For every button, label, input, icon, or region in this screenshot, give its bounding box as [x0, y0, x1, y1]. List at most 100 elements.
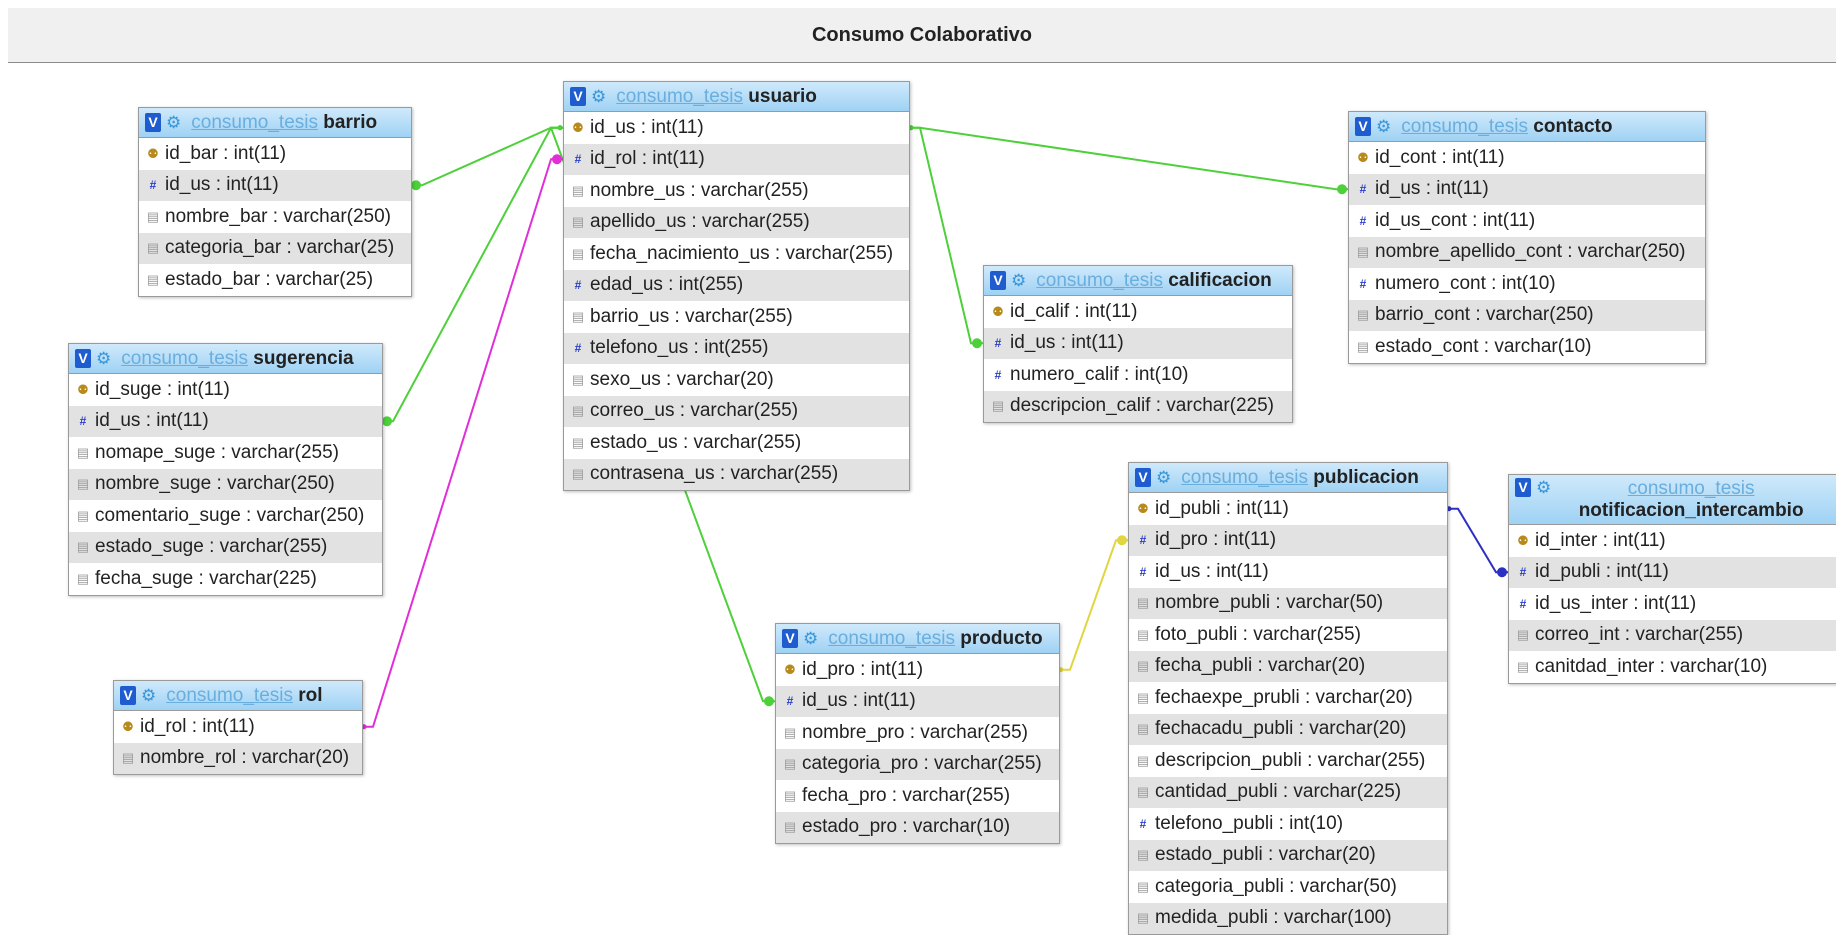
field-row[interactable]: ▤ fecha_nacimiento_us : varchar(255) — [564, 238, 909, 270]
field-row[interactable]: ▤ fecha_publi : varchar(20) — [1129, 650, 1447, 682]
field-row[interactable]: ▤ correo_us : varchar(255) — [564, 395, 909, 427]
field-row[interactable]: # telefono_publi : int(10) — [1129, 808, 1447, 840]
collapse-toggle-icon[interactable]: V — [990, 271, 1006, 290]
field-row[interactable]: # edad_us : int(255) — [564, 269, 909, 301]
table-barrio[interactable]: V ⚙ consumo_tesis barrio ⚉ id_bar : int(11) #… — [138, 107, 412, 297]
field-row[interactable]: # id_us : int(11) — [1349, 173, 1705, 205]
database-link[interactable]: consumo_tesis — [191, 112, 318, 133]
field-row[interactable]: ▤ estado_bar : varchar(25) — [139, 264, 411, 296]
table-rol[interactable]: V ⚙ consumo_tesis rol ⚉ id_rol : int(11) ▤ nom… — [113, 680, 363, 775]
table-header[interactable]: V ⚙ consumo_tesis barrio — [139, 108, 411, 138]
field-row[interactable]: # id_us : int(11) — [69, 405, 382, 437]
field-row[interactable]: # id_us_cont : int(11) — [1349, 205, 1705, 237]
field-row[interactable]: ▤ apellido_us : varchar(255) — [564, 206, 909, 238]
field-row[interactable]: ▤ estado_cont : varchar(10) — [1349, 331, 1705, 363]
table-usuario[interactable]: V ⚙ consumo_tesis usuario ⚉ id_us : int(11) #… — [563, 81, 910, 491]
gear-icon[interactable]: ⚙ — [1376, 117, 1391, 136]
field-row[interactable]: ▤ nombre_suge : varchar(250) — [69, 468, 382, 500]
field-row[interactable]: ▤ barrio_cont : varchar(250) — [1349, 299, 1705, 331]
gear-icon[interactable]: ⚙ — [1156, 468, 1171, 487]
collapse-toggle-icon[interactable]: V — [1355, 117, 1371, 136]
database-link[interactable]: consumo_tesis — [1036, 270, 1163, 291]
field-row[interactable]: ▤ descripcion_calif : varchar(225) — [984, 390, 1292, 422]
collapse-toggle-icon[interactable]: V — [782, 629, 798, 648]
gear-icon[interactable]: ⚙ — [591, 87, 606, 106]
field-row[interactable]: ⚉ id_inter : int(11) — [1509, 525, 1836, 557]
gear-icon[interactable]: ⚙ — [166, 113, 181, 132]
database-link[interactable]: consumo_tesis — [828, 628, 955, 649]
gear-icon[interactable]: ⚙ — [96, 349, 111, 368]
table-header[interactable]: V ⚙ consumo_tesis contacto — [1349, 112, 1705, 142]
field-row[interactable]: # id_us : int(11) — [1129, 556, 1447, 588]
field-row[interactable]: ▤ estado_us : varchar(255) — [564, 427, 909, 459]
database-link[interactable]: consumo_tesis — [1628, 478, 1755, 499]
field-row[interactable]: # id_us_inter : int(11) — [1509, 588, 1836, 620]
field-row[interactable]: ▤ descripcion_publi : varchar(255) — [1129, 745, 1447, 777]
field-row[interactable]: ▤ estado_publi : varchar(20) — [1129, 839, 1447, 871]
field-row[interactable]: ⚉ id_rol : int(11) — [114, 711, 362, 743]
table-header[interactable]: V ⚙ consumo_tesis rol — [114, 681, 362, 711]
field-row[interactable]: # telefono_us : int(255) — [564, 332, 909, 364]
table-producto[interactable]: V ⚙ consumo_tesis producto ⚉ id_pro : int(11… — [775, 623, 1060, 844]
field-row[interactable]: ▤ nombre_apellido_cont : varchar(250) — [1349, 236, 1705, 268]
field-row[interactable]: ▤ nombre_bar : varchar(250) — [139, 201, 411, 233]
table-notificacion-intercambio[interactable]: V ⚙ consumo_tesis notificacion_intercambio ⚉… — [1508, 474, 1836, 684]
field-row[interactable]: ▤ medida_publi : varchar(100) — [1129, 902, 1447, 934]
table-header[interactable]: V ⚙ consumo_tesis notificacion_intercambio — [1509, 475, 1836, 525]
table-header[interactable]: V ⚙ consumo_tesis sugerencia — [69, 344, 382, 374]
field-row[interactable]: ▤ fechaexpe_prubli : varchar(20) — [1129, 682, 1447, 714]
table-sugerencia[interactable]: V ⚙ consumo_tesis sugerencia ⚉ id_suge : int… — [68, 343, 383, 596]
field-row[interactable]: ▤ fecha_suge : varchar(225) — [69, 563, 382, 595]
table-contacto[interactable]: V ⚙ consumo_tesis contacto ⚉ id_cont : int(1… — [1348, 111, 1706, 364]
field-row[interactable]: # id_us : int(11) — [776, 685, 1059, 717]
field-row[interactable]: ⚉ id_calif : int(11) — [984, 296, 1292, 328]
database-link[interactable]: consumo_tesis — [1401, 116, 1528, 137]
field-row[interactable]: ⚉ id_suge : int(11) — [69, 374, 382, 406]
field-row[interactable]: # id_us : int(11) — [139, 169, 411, 201]
field-row[interactable]: ▤ nombre_publi : varchar(50) — [1129, 587, 1447, 619]
field-row[interactable]: ▤ nombre_pro : varchar(255) — [776, 717, 1059, 749]
field-row[interactable]: # id_publi : int(11) — [1509, 556, 1836, 588]
field-row[interactable]: ⚉ id_bar : int(11) — [139, 138, 411, 170]
field-row[interactable]: ▤ nombre_us : varchar(255) — [564, 175, 909, 207]
field-row[interactable]: # id_rol : int(11) — [564, 143, 909, 175]
collapse-toggle-icon[interactable]: V — [1135, 468, 1151, 487]
field-row[interactable]: ▤ fechacadu_publi : varchar(20) — [1129, 713, 1447, 745]
gear-icon[interactable]: ⚙ — [1011, 271, 1026, 290]
table-header[interactable]: V ⚙ consumo_tesis producto — [776, 624, 1059, 654]
table-publicacion[interactable]: V ⚙ consumo_tesis publicacion ⚉ id_publi : i… — [1128, 462, 1448, 935]
field-row[interactable]: ⚉ id_publi : int(11) — [1129, 493, 1447, 525]
field-row[interactable]: ⚉ id_us : int(11) — [564, 112, 909, 144]
field-row[interactable]: ▤ comentario_suge : varchar(250) — [69, 500, 382, 532]
collapse-toggle-icon[interactable]: V — [75, 349, 91, 368]
collapse-toggle-icon[interactable]: V — [570, 87, 586, 106]
field-row[interactable]: ▤ nomape_suge : varchar(255) — [69, 437, 382, 469]
field-row[interactable]: ▤ estado_suge : varchar(255) — [69, 531, 382, 563]
field-row[interactable]: ▤ correo_int : varchar(255) — [1509, 619, 1836, 651]
collapse-toggle-icon[interactable]: V — [1515, 478, 1531, 497]
field-row[interactable]: ⚉ id_cont : int(11) — [1349, 142, 1705, 174]
database-link[interactable]: consumo_tesis — [121, 348, 248, 369]
table-header[interactable]: V ⚙ consumo_tesis calificacion — [984, 266, 1292, 296]
table-calificacion[interactable]: V ⚙ consumo_tesis calificacion ⚉ id_calif : … — [983, 265, 1293, 423]
gear-icon[interactable]: ⚙ — [803, 629, 818, 648]
field-row[interactable]: ▤ foto_publi : varchar(255) — [1129, 619, 1447, 651]
field-row[interactable]: # id_pro : int(11) — [1129, 524, 1447, 556]
field-row[interactable]: # id_us : int(11) — [984, 327, 1292, 359]
field-row[interactable]: ▤ categoria_publi : varchar(50) — [1129, 871, 1447, 903]
field-row[interactable]: ▤ cantidad_publi : varchar(225) — [1129, 776, 1447, 808]
field-row[interactable]: ▤ barrio_us : varchar(255) — [564, 301, 909, 333]
field-row[interactable]: ▤ categoria_pro : varchar(255) — [776, 748, 1059, 780]
field-row[interactable]: ▤ fecha_pro : varchar(255) — [776, 780, 1059, 812]
table-header[interactable]: V ⚙ consumo_tesis publicacion — [1129, 463, 1447, 493]
table-header[interactable]: V ⚙ consumo_tesis usuario — [564, 82, 909, 112]
gear-icon[interactable]: ⚙ — [1536, 478, 1551, 497]
collapse-toggle-icon[interactable]: V — [120, 686, 136, 705]
collapse-toggle-icon[interactable]: V — [145, 113, 161, 132]
field-row[interactable]: # numero_calif : int(10) — [984, 359, 1292, 391]
database-link[interactable]: consumo_tesis — [166, 685, 293, 706]
database-link[interactable]: consumo_tesis — [1181, 467, 1308, 488]
field-row[interactable]: ▤ nombre_rol : varchar(20) — [114, 742, 362, 774]
field-row[interactable]: # numero_cont : int(10) — [1349, 268, 1705, 300]
field-row[interactable]: ▤ categoria_bar : varchar(25) — [139, 232, 411, 264]
